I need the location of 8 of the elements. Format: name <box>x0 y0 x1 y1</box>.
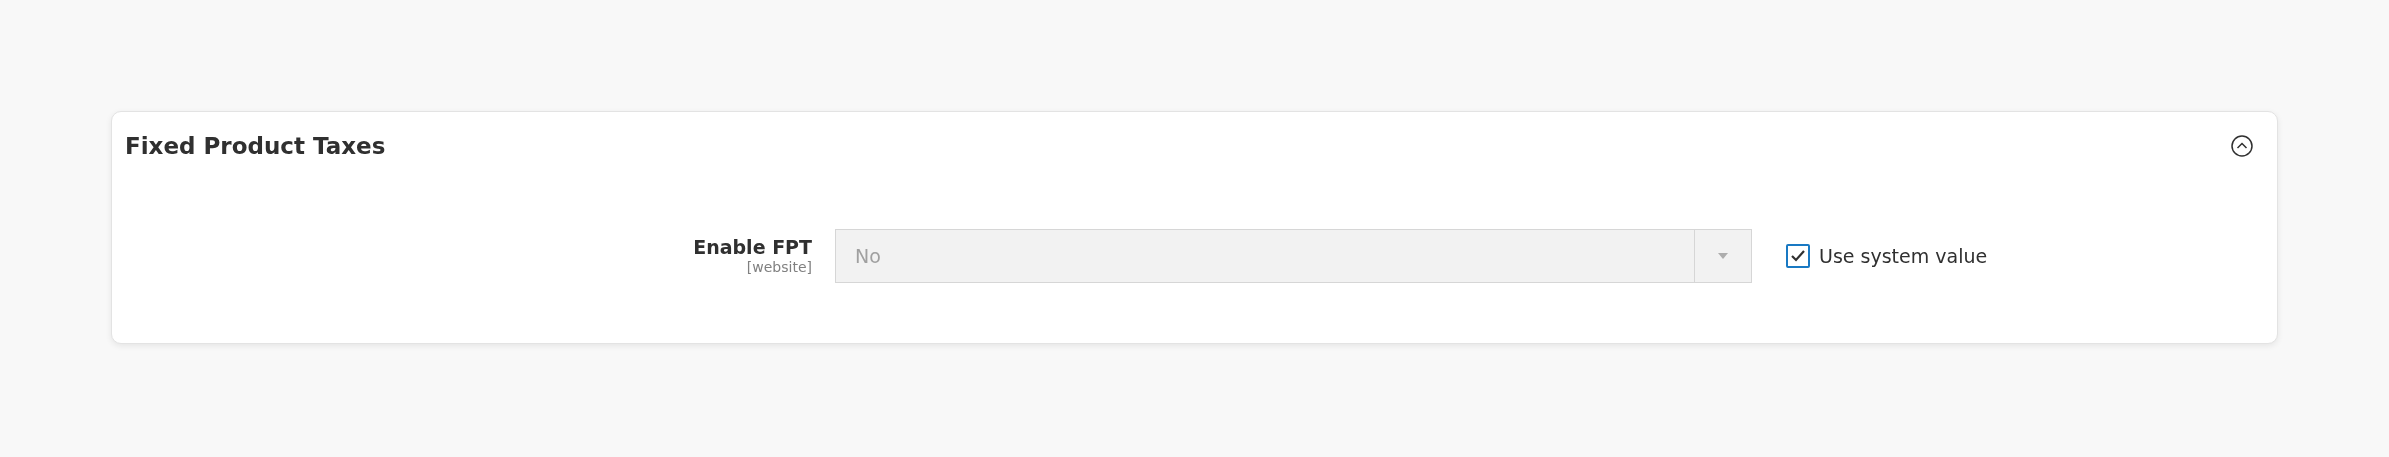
field-label: Enable FPT <box>693 236 812 258</box>
collapse-icon[interactable] <box>2231 135 2253 157</box>
dropdown-arrow-icon <box>1718 253 1728 259</box>
checkbox-label: Use system value <box>1819 245 1988 267</box>
scope-label: [website] <box>746 259 812 275</box>
checkmark-icon <box>1790 249 1806 263</box>
checkbox[interactable] <box>1786 244 1810 268</box>
section-title: Fixed Product Taxes <box>125 133 386 159</box>
